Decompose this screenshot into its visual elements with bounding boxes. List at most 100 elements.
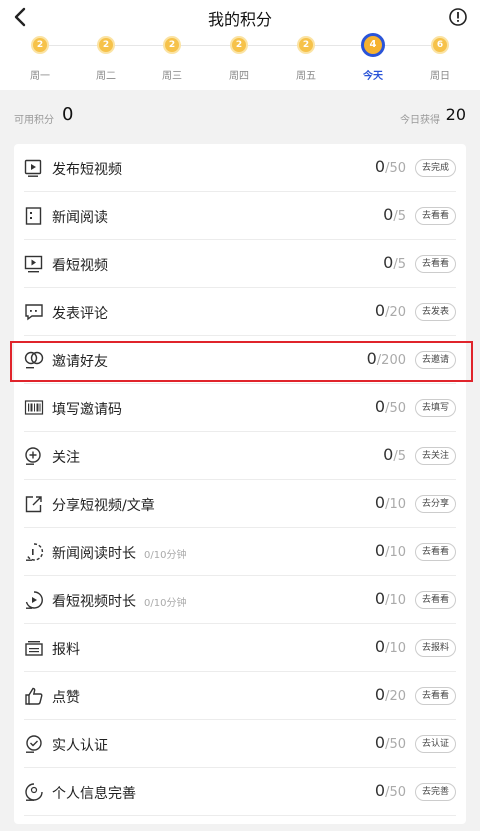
task-progress-max: /10	[385, 593, 406, 608]
week-day-label: 周二	[96, 71, 116, 82]
coin-icon: 2	[297, 36, 315, 54]
task-name-text: 分享短视频/文章	[52, 498, 155, 514]
task-progress-max: /50	[385, 401, 406, 416]
task-progress-max: /5	[393, 449, 406, 464]
task-progress: 0/10	[375, 589, 406, 608]
task-progress-max: /50	[385, 161, 406, 176]
comment-icon	[24, 302, 44, 322]
task-progress-max: /20	[385, 305, 406, 320]
available-points-value: 0	[62, 104, 74, 125]
task-progress: 0/50	[375, 397, 406, 416]
task-progress: 0/5	[383, 445, 406, 464]
task-action-button[interactable]: 去认证	[414, 735, 456, 753]
play-screen-icon	[24, 254, 44, 274]
task-progress-current: 0	[383, 445, 394, 464]
info-icon[interactable]	[448, 7, 468, 27]
task-row: 实人认证 0/50 去认证	[24, 720, 456, 768]
task-action-button[interactable]: 去完善	[414, 783, 456, 801]
task-row: 邀请好友 0/200 去邀请	[24, 336, 456, 384]
available-points-label: 可用积分	[14, 115, 54, 126]
week-day-6: 6 周日	[418, 36, 462, 82]
task-action-button[interactable]: 去邀请	[414, 351, 456, 369]
task-name-text: 新闻阅读	[52, 210, 108, 226]
coin-icon: 2	[97, 36, 115, 54]
task-action-button[interactable]: 去报料	[414, 639, 456, 657]
coin-icon: 6	[431, 36, 449, 54]
task-row: 关注 0/5 去关注	[24, 432, 456, 480]
task-action-button[interactable]: 去分享	[414, 495, 456, 513]
task-row: 点赞 0/20 去看看	[24, 672, 456, 720]
week-day-0: 2 周一	[18, 36, 62, 82]
task-progress-current: 0	[374, 493, 386, 512]
task-action-button[interactable]: 去填写	[414, 399, 456, 417]
share-icon	[24, 494, 44, 514]
task-name-text: 实人认证	[52, 738, 108, 754]
task-action-button[interactable]: 去看看	[414, 207, 456, 225]
task-action-button[interactable]: 去关注	[414, 447, 456, 465]
video-timer-icon	[24, 590, 44, 610]
task-name-text: 填写邀请码	[52, 402, 122, 418]
barcode-icon	[24, 398, 44, 418]
task-row: 发布短视频 0/50 去完成	[24, 144, 456, 192]
task-name: 点赞	[52, 687, 80, 707]
page-title: 我的积分	[207, 10, 272, 29]
task-name: 看短视频	[52, 255, 108, 275]
task-name: 关注	[52, 447, 80, 467]
task-list: 发布短视频 0/50 去完成 新闻阅读 0/5 去看看 看短视频 0/5 去看看 发表评论 0/20…	[14, 144, 466, 824]
task-name: 填写邀请码	[52, 399, 122, 419]
task-action-button[interactable]: 去看看	[414, 591, 456, 609]
week-day-label: 周四	[229, 71, 249, 82]
task-name: 发布短视频	[52, 159, 122, 179]
task-progress-current: 0	[374, 781, 386, 800]
task-progress-max: /5	[393, 209, 406, 224]
task-name-text: 看短视频	[52, 258, 108, 274]
task-name-text: 新闻阅读时长	[52, 546, 136, 562]
coin-icon: 2	[230, 36, 248, 54]
task-progress: 0/5	[383, 253, 406, 272]
task-row: 新闻阅读 0/5 去看看	[24, 192, 456, 240]
task-progress-current: 0	[374, 589, 386, 608]
task-progress: 0/200	[367, 349, 406, 368]
task-action-button[interactable]: 去发表	[414, 303, 456, 321]
week-checkin-bar: 2 周一 2 周二 2 周三 2 周四 2 周五 4 今天 6 周日	[0, 33, 480, 90]
week-day-2: 2 周三	[150, 36, 194, 82]
task-progress-current: 0	[374, 637, 386, 656]
task-name: 个人信息完善	[52, 783, 136, 803]
task-progress: 0/5	[383, 205, 406, 224]
task-progress: 0/10	[375, 541, 406, 560]
week-day-4: 2 周五	[284, 36, 328, 82]
task-progress-max: /10	[385, 497, 406, 512]
task-name: 新闻阅读	[52, 207, 108, 227]
task-name: 新闻阅读时长 0/10分钟	[52, 543, 186, 563]
task-action-button[interactable]: 去看看	[414, 255, 456, 273]
task-name: 实人认证	[52, 735, 108, 755]
task-action-button[interactable]: 去完成	[414, 159, 456, 177]
task-progress: 0/50	[375, 781, 406, 800]
task-progress-current: 0	[366, 349, 377, 368]
task-progress-current: 0	[383, 205, 394, 224]
week-day-5: 4 今天	[351, 33, 395, 82]
task-progress-current: 0	[374, 733, 386, 752]
task-name-text: 个人信息完善	[52, 786, 136, 802]
task-progress-max: /5	[393, 257, 406, 272]
task-progress-current: 0	[374, 685, 386, 704]
thumbs-up-icon	[24, 686, 44, 706]
task-action-button[interactable]: 去看看	[414, 687, 456, 705]
task-progress-max: /50	[385, 737, 406, 752]
task-name-text: 关注	[52, 450, 80, 466]
today-points-value: 20	[445, 105, 466, 124]
week-day-3: 2 周四	[217, 36, 261, 82]
task-row: 看短视频 0/5 去看看	[24, 240, 456, 288]
task-action-button[interactable]: 去看看	[414, 543, 456, 561]
task-row: 新闻阅读时长 0/10分钟 0/10 去看看	[24, 528, 456, 576]
task-name-text: 发布短视频	[52, 162, 122, 178]
top-bar: 我的积分	[0, 0, 480, 34]
reading-timer-icon	[24, 542, 44, 562]
week-day-label: 周五	[296, 71, 316, 82]
task-name: 发表评论	[52, 303, 108, 323]
task-progress-max: /200	[376, 353, 406, 368]
task-progress-max: /20	[385, 689, 406, 704]
task-name-text: 邀请好友	[52, 354, 108, 370]
follow-icon	[24, 446, 44, 466]
video-upload-icon	[24, 158, 44, 178]
